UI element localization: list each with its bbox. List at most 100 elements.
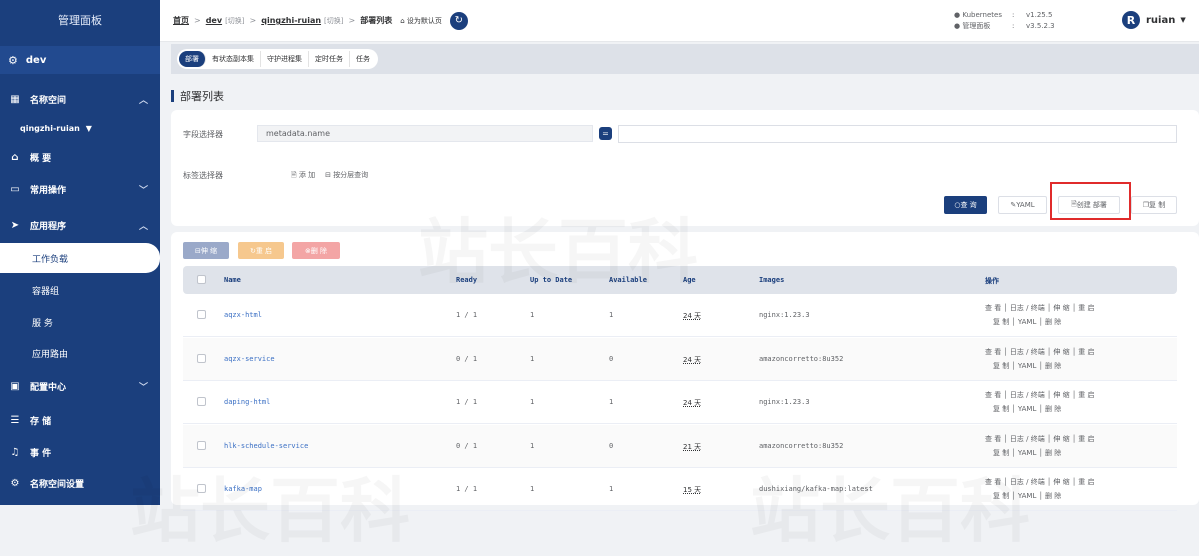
sidebar-item-pods[interactable]: 容器组 xyxy=(0,275,160,305)
row-checkbox[interactable] xyxy=(197,353,206,363)
cell-age: 24 天 xyxy=(683,312,702,320)
row-actions-line1[interactable]: 查 看 │ 日志 / 终端 │ 伸 缩 │ 重 启 xyxy=(985,301,1094,315)
row-actions-line1[interactable]: 查 看 │ 日志 / 终端 │ 伸 缩 │ 重 启 xyxy=(985,475,1094,489)
row-actions-line2[interactable]: 复 制 │ YAML │ 删 除 xyxy=(985,446,1094,460)
sidebar-item-overview[interactable]: ⌂ 概 要 xyxy=(0,142,160,172)
col-age[interactable]: Age xyxy=(683,276,696,284)
row-actions[interactable]: 查 看 │ 日志 / 终端 │ 伸 缩 │ 重 启复 制 │ YAML │ 删 … xyxy=(985,301,1094,329)
settings-icon: ⚙ xyxy=(10,477,20,489)
tab-statefulsets[interactable]: 有状态副本集 xyxy=(206,51,261,67)
set-default-link[interactable]: ⌂ 设为默认页 xyxy=(400,16,442,26)
row-actions-line1[interactable]: 查 看 │ 日志 / 终端 │ 伸 缩 │ 重 启 xyxy=(985,345,1094,359)
add-label-button[interactable]: 🗎 添 加 xyxy=(291,170,315,182)
yaml-label: YAML xyxy=(1016,201,1035,209)
switch-cluster-link[interactable]: [切换] xyxy=(225,16,244,26)
sidebar-item-label: 应用路由 xyxy=(32,349,69,360)
sidebar-item-namespace[interactable]: ▦ 名称空间 ︿ xyxy=(0,84,160,114)
bell-icon: ♫ xyxy=(10,446,20,458)
folder-icon: ▭ xyxy=(10,183,20,195)
bulk-scale-button[interactable]: ⊟ 伸 缩 xyxy=(183,242,229,259)
cell-available: 1 xyxy=(609,311,614,319)
bulk-restart-button[interactable]: ↻ 重 启 xyxy=(238,242,284,259)
breadcrumb-home[interactable]: 首页 xyxy=(173,15,189,26)
title-accent xyxy=(171,90,174,102)
row-actions-line1[interactable]: 查 看 │ 日志 / 终端 │ 伸 缩 │ 重 启 xyxy=(985,388,1094,402)
briefcase-icon: ▣ xyxy=(10,380,20,392)
switch-namespace-link[interactable]: [切换] xyxy=(324,16,343,26)
table-row: aqzx-html 1 / 1 1 1 24 天 nginx:1.23.3 查 看 │ 日志… xyxy=(183,294,1177,337)
row-checkbox[interactable] xyxy=(197,440,206,450)
sidebar-item-ingress[interactable]: 应用路由 xyxy=(0,338,160,368)
cell-uptodate: 1 xyxy=(530,398,535,406)
namespace-value: qingzhi-ruian xyxy=(20,123,80,133)
version-value: v1.25.5 xyxy=(1026,11,1053,19)
col-available[interactable]: Available xyxy=(609,276,647,284)
user-menu[interactable]: R ruian ▼ xyxy=(1122,11,1186,29)
bulk-delete-button[interactable]: ⊗ 删 除 xyxy=(292,242,340,259)
row-actions-line2[interactable]: 复 制 │ YAML │ 删 除 xyxy=(985,402,1094,416)
cell-uptodate: 1 xyxy=(530,485,535,493)
sidebar-item-storage[interactable]: ☰ 存 储 xyxy=(0,405,160,435)
tab-deployments[interactable]: 部署 xyxy=(179,51,206,67)
row-actions[interactable]: 查 看 │ 日志 / 终端 │ 伸 缩 │ 重 启复 制 │ YAML │ 删 … xyxy=(985,388,1094,416)
col-name[interactable]: Name xyxy=(224,276,241,284)
version-key: ● Kubernetes xyxy=(954,11,1002,19)
row-checkbox[interactable] xyxy=(197,484,206,493)
cell-image: nginx:1.23.3 xyxy=(759,398,810,406)
copy-button[interactable]: ❐ 复 制 xyxy=(1131,196,1177,214)
row-checkbox[interactable] xyxy=(197,397,206,406)
table-header: Name Ready Up to Date Available Age Imag… xyxy=(183,266,1177,294)
sidebar: 管理面板 ⚙ dev ▦ 名称空间 ︿ qingzhi-ruian ▼ ⌂ 概 … xyxy=(0,0,160,505)
field-value-input[interactable] xyxy=(618,125,1177,143)
version-value: v3.5.2.3 xyxy=(1026,22,1055,30)
cell-name[interactable]: hlk-schedule-service xyxy=(224,442,308,450)
tab-daemonsets[interactable]: 守护进程集 xyxy=(261,51,309,67)
cell-name[interactable]: kafka-map xyxy=(224,485,262,493)
sidebar-item-events[interactable]: ♫ 事 件 xyxy=(0,437,160,467)
cell-name[interactable]: aqzx-service xyxy=(224,355,275,363)
query-button[interactable]: ○ 查 询 xyxy=(944,196,987,214)
row-actions-line2[interactable]: 复 制 │ YAML │ 删 除 xyxy=(985,359,1094,373)
breadcrumb-separator: > xyxy=(348,16,356,25)
tab-jobs[interactable]: 任务 xyxy=(350,51,376,67)
cell-name[interactable]: daping-html xyxy=(224,398,270,406)
yaml-button[interactable]: ✎ YAML xyxy=(998,196,1047,214)
field-selector-select[interactable]: metadata.name xyxy=(257,125,593,142)
row-actions[interactable]: 查 看 │ 日志 / 终端 │ 伸 缩 │ 重 启复 制 │ YAML │ 删 … xyxy=(985,475,1094,503)
cluster-selector[interactable]: ⚙ dev xyxy=(0,46,160,74)
breadcrumb-cluster[interactable]: dev xyxy=(206,16,222,25)
cell-ready: 0 / 1 xyxy=(456,354,478,363)
col-uptodate[interactable]: Up to Date xyxy=(530,276,572,284)
row-actions-line2[interactable]: 复 制 │ YAML │ 删 除 xyxy=(985,315,1094,329)
row-actions-line2[interactable]: 复 制 │ YAML │ 删 除 xyxy=(985,489,1094,503)
group-query-text: 按分层查询 xyxy=(333,171,369,179)
sidebar-item-label: 概 要 xyxy=(30,153,52,164)
add-label-text: 添 加 xyxy=(298,171,316,179)
row-actions[interactable]: 查 看 │ 日志 / 终端 │ 伸 缩 │ 重 启复 制 │ YAML │ 删 … xyxy=(985,432,1094,460)
tab-cronjobs[interactable]: 定时任务 xyxy=(309,51,350,67)
operator-button[interactable]: = xyxy=(599,127,612,140)
breadcrumb-current: 部署列表 xyxy=(360,16,393,25)
col-images[interactable]: Images xyxy=(759,276,784,284)
breadcrumb-namespace[interactable]: qingzhi-ruian xyxy=(261,16,321,25)
sidebar-item-config[interactable]: ▣ 配置中心 ﹀ xyxy=(0,371,160,401)
row-actions[interactable]: 查 看 │ 日志 / 终端 │ 伸 缩 │ 重 启复 制 │ YAML │ 删 … xyxy=(985,345,1094,373)
sidebar-item-common-ops[interactable]: ▭ 常用操作 ﹀ xyxy=(0,174,160,204)
namespace-selector[interactable]: qingzhi-ruian ▼ xyxy=(0,113,160,143)
sidebar-item-workloads[interactable]: 工作负载 xyxy=(0,243,160,273)
sidebar-item-apps[interactable]: ➤ 应用程序 ︿ xyxy=(0,210,160,240)
row-actions-line1[interactable]: 查 看 │ 日志 / 终端 │ 伸 缩 │ 重 启 xyxy=(985,432,1094,446)
cell-age: 21 天 xyxy=(683,442,702,451)
group-query-button[interactable]: ⊟ 按分层查询 xyxy=(325,170,368,182)
field-selector-label: 字段选择器 xyxy=(183,130,223,139)
doc-icon: 🗎 xyxy=(291,171,299,179)
row-checkbox[interactable] xyxy=(197,310,206,319)
refresh-icon[interactable]: ↻ xyxy=(449,11,468,30)
cell-name[interactable]: aqzx-html xyxy=(224,311,262,319)
select-all-checkbox[interactable] xyxy=(197,275,206,284)
col-ready[interactable]: Ready xyxy=(456,276,477,284)
sidebar-item-services[interactable]: 服 务 xyxy=(0,307,160,337)
bulk-delete-label: 删 除 xyxy=(310,246,328,255)
sidebar-item-ns-settings[interactable]: ⚙ 名称空间设置 xyxy=(0,468,160,498)
grid-icon: ▦ xyxy=(10,93,20,105)
